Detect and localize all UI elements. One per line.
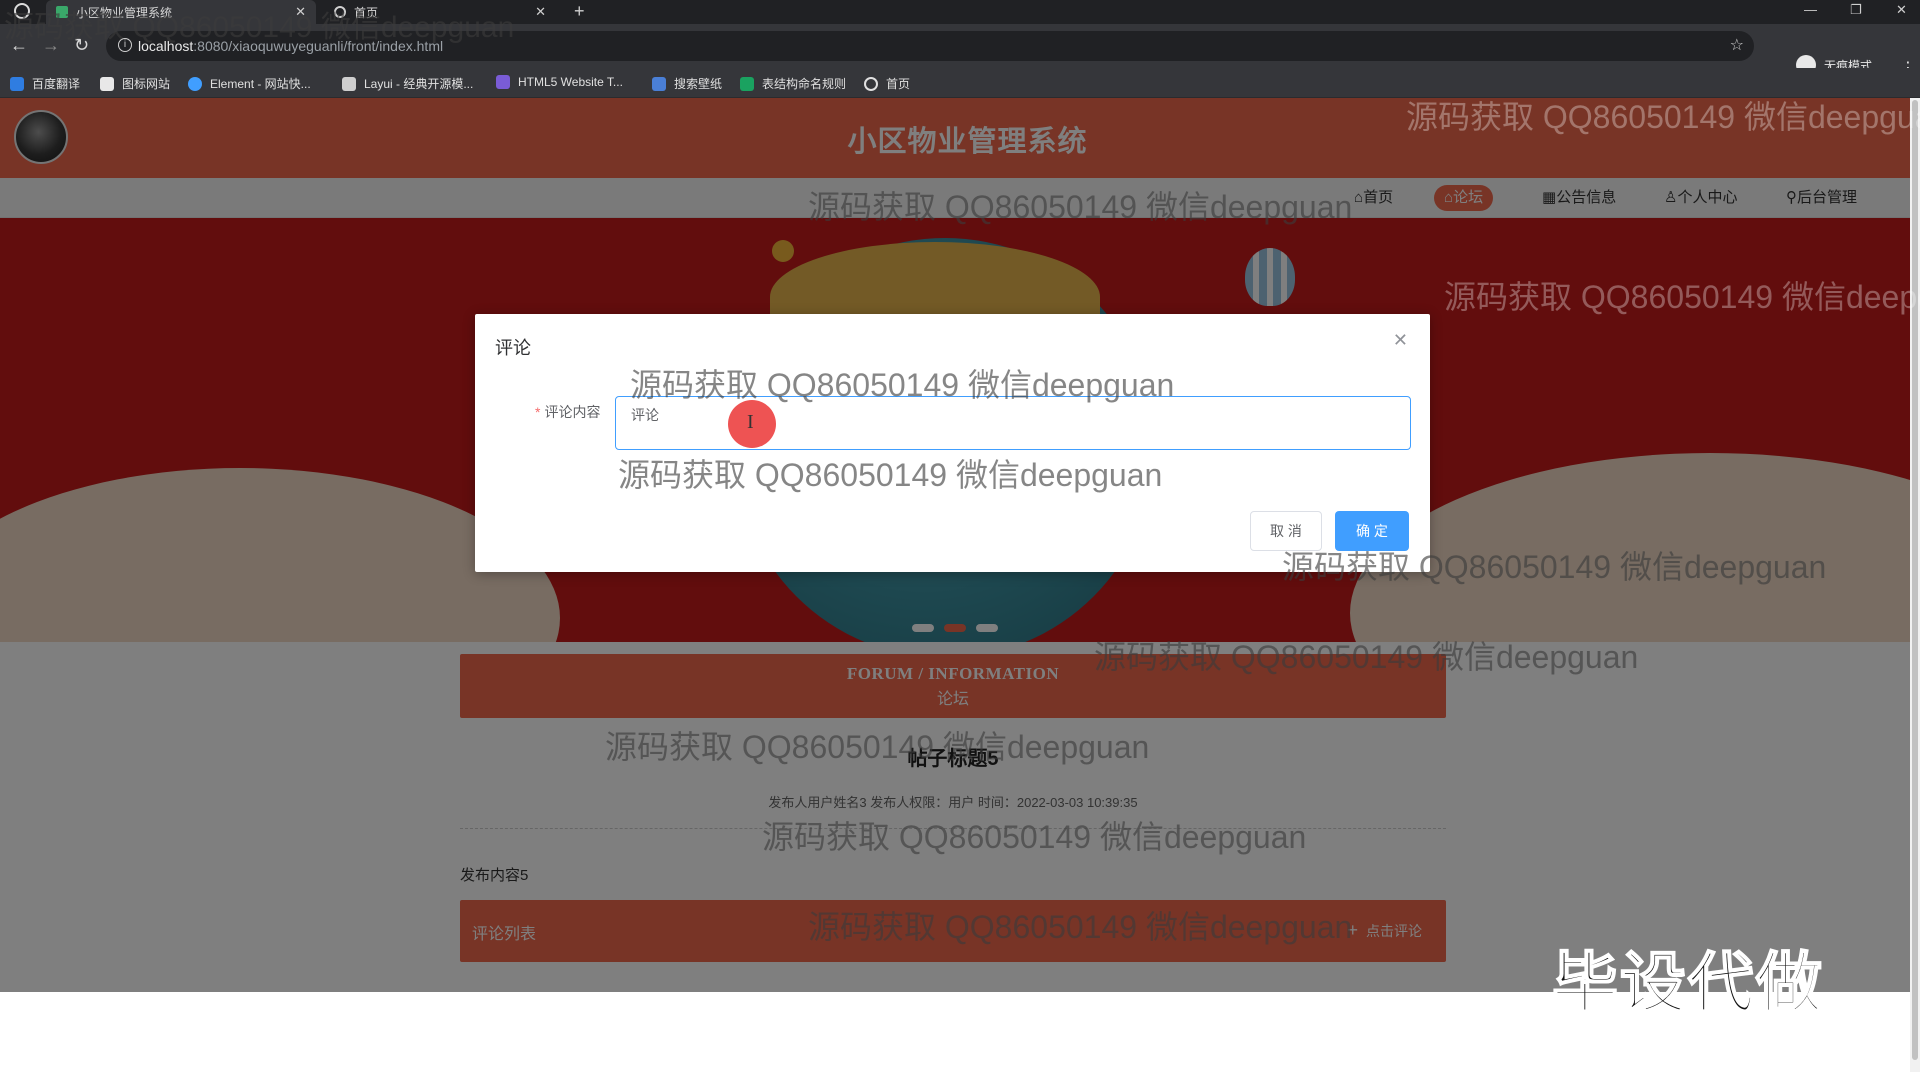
watermark: 源码获取 QQ86050149 微信deepguan xyxy=(1444,279,1920,315)
comment-field-label: * 评论内容 xyxy=(535,404,601,420)
bookmark-item[interactable]: 表结构命名规则 xyxy=(740,75,846,92)
comment-dialog: 评论 ✕ * 评论内容 评论 取 消 确 定 xyxy=(475,314,1430,572)
scrollbar-thumb[interactable] xyxy=(1912,100,1918,1060)
flag-icon xyxy=(100,76,114,91)
bookmark-item[interactable]: Layui - 经典开源模... xyxy=(342,75,473,92)
close-tab-icon[interactable]: ✕ xyxy=(535,4,546,20)
watermark: 源码获取 QQ86050149 微信deepguan xyxy=(808,909,1353,945)
bookmark-item[interactable]: Element - 网站快... xyxy=(188,75,311,92)
dialog-title: 评论 xyxy=(495,338,531,358)
watermark: 源码获取 QQ86050149 微信deepguan xyxy=(1282,549,1827,585)
new-tab-icon[interactable]: + xyxy=(574,1,585,22)
bookmark-item[interactable]: 搜索壁纸 xyxy=(652,75,722,92)
watermark: 源码获取 QQ86050149 微信deepguan xyxy=(1094,639,1639,675)
html5-logo-icon xyxy=(496,75,510,89)
page-scrollbar[interactable] xyxy=(1910,98,1920,1072)
layui-logo-icon xyxy=(342,76,356,91)
watermark: 源码获取 QQ86050149 微信deepguan xyxy=(630,367,1175,403)
bookmark-item[interactable]: 百度翻译 xyxy=(10,75,80,92)
close-window-icon[interactable]: ✕ xyxy=(1896,2,1907,18)
close-icon[interactable]: ✕ xyxy=(1393,330,1408,351)
screenshot-root: 小区物业管理系统 ✕ 首页 ✕ + — ❐ ✕ ← → ↻ i localhos… xyxy=(0,0,1920,1072)
watermark: 源码获取 QQ86050149 微信deepguan xyxy=(4,11,515,44)
watermark: 源码获取 QQ86050149 微信deepguan xyxy=(762,819,1307,855)
required-mark: * xyxy=(535,404,541,420)
text-cursor-icon: I xyxy=(747,411,754,433)
watermark: 源码获取 QQ86050149 微信deepguan xyxy=(605,729,1150,765)
bookmark-item[interactable]: 图标网站 xyxy=(100,75,170,92)
sheet-icon xyxy=(740,76,754,91)
restore-icon[interactable]: ❐ xyxy=(1850,2,1862,18)
watermark: 源码获取 QQ86050149 微信deepguan xyxy=(618,457,1163,493)
promo-caption: 毕设代做 xyxy=(1551,945,1824,1021)
bookmark-item[interactable]: HTML5 Website T... xyxy=(496,75,623,89)
minimize-icon[interactable]: — xyxy=(1804,2,1817,17)
wallpaper-icon xyxy=(652,76,666,91)
globe-icon xyxy=(864,76,878,91)
translate-icon xyxy=(10,76,24,91)
watermark: 源码获取 QQ86050149 微信deepguan xyxy=(808,189,1353,225)
watermark: 源码获取 QQ86050149 微信deepguan xyxy=(1406,99,1920,135)
element-logo-icon xyxy=(188,76,202,91)
bookmark-item[interactable]: 首页 xyxy=(864,75,910,92)
bookmark-star-icon[interactable]: ☆ xyxy=(1730,35,1744,55)
